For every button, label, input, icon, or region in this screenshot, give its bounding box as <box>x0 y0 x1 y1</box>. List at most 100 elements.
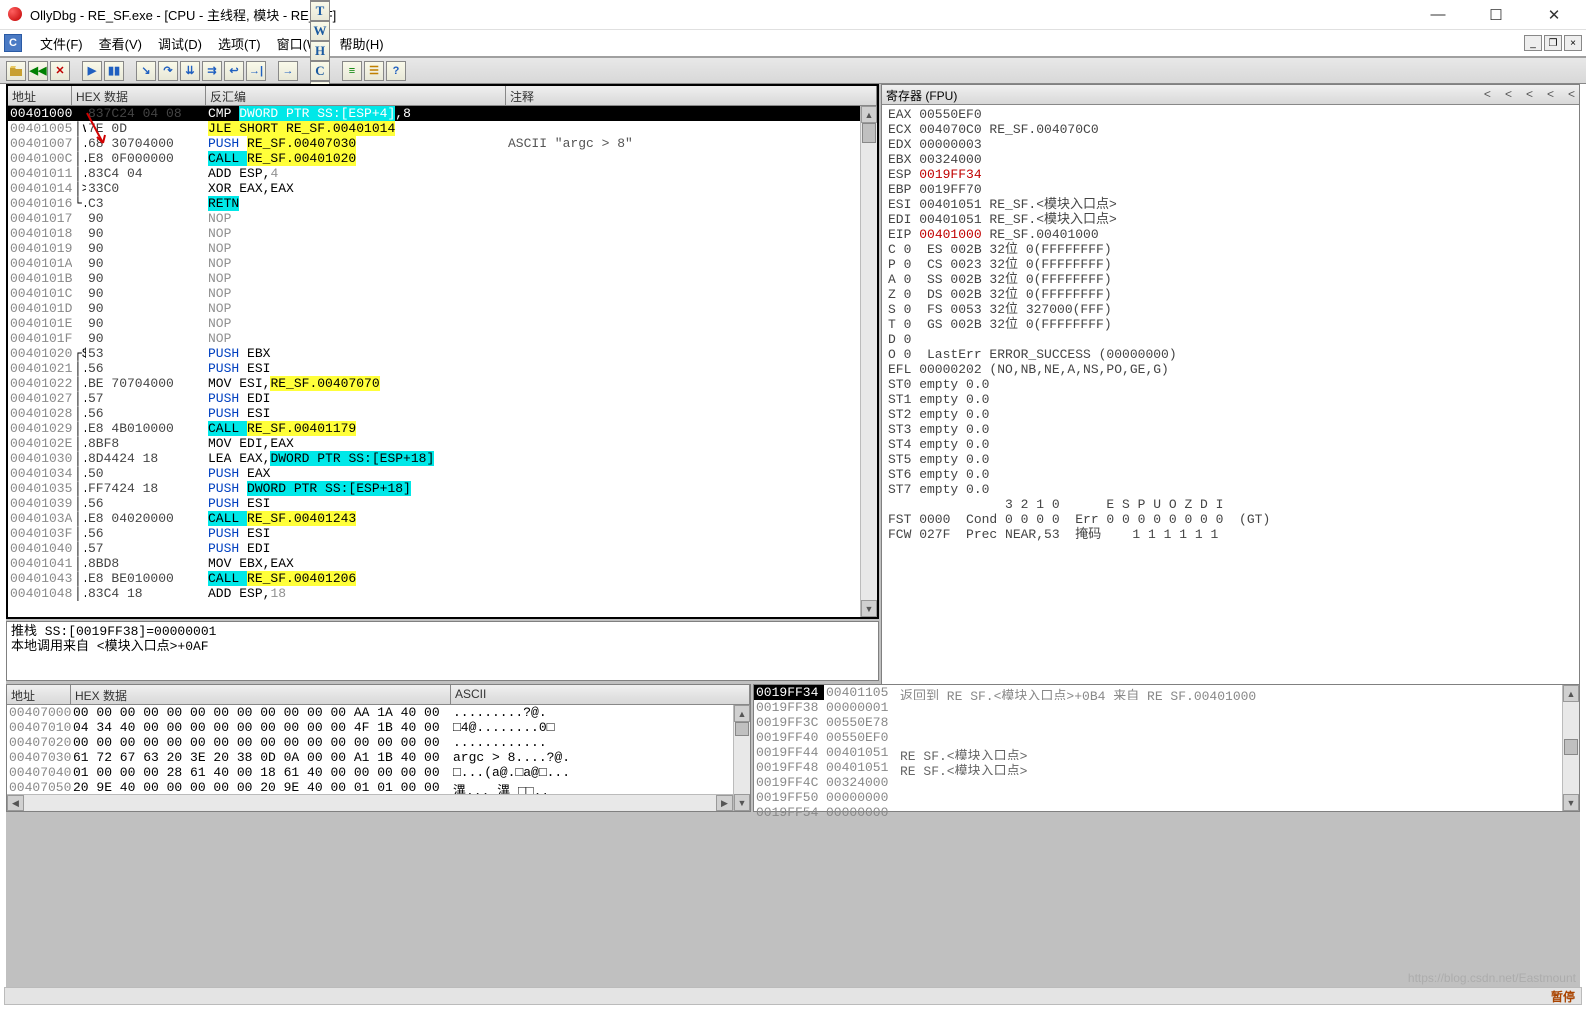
help-button[interactable]: ? <box>386 61 406 81</box>
stack-row[interactable]: 0019FF4400401051RE_SF.<模块入口点> <box>754 745 1579 760</box>
cpu-icon[interactable]: C <box>4 34 22 52</box>
disasm-row[interactable]: 00401039│.56PUSH ESI <box>8 496 877 511</box>
disasm-row[interactable]: 00401035│.FF7424 18PUSH DWORD PTR SS:[ES… <box>8 481 877 496</box>
disasm-row[interactable]: 00401048│.83C4 18ADD ESP,18 <box>8 586 877 601</box>
scroll-down-icon[interactable]: ▼ <box>861 600 877 617</box>
register-line[interactable]: ST2 empty 0.0 <box>888 407 1573 422</box>
register-line[interactable]: EFL 00000202 (NO,NB,NE,A,NS,PO,GE,G) <box>888 362 1573 377</box>
stack-row[interactable]: 0019FF5400000000 <box>754 805 1579 820</box>
disasm-row[interactable]: 00401014│>33C0XOR EAX,EAX <box>8 181 877 196</box>
menu-item[interactable]: 调试(D) <box>150 35 210 54</box>
stack-row[interactable]: 0019FF5000000000 <box>754 790 1579 805</box>
maximize-button[interactable]: ☐ <box>1476 3 1516 27</box>
register-line[interactable]: ESI 00401051 RE_SF.<模块入口点> <box>888 197 1573 212</box>
register-line[interactable]: ST1 empty 0.0 <box>888 392 1573 407</box>
register-line[interactable]: T 0 GS 002B 32位 0(FFFFFFFF) <box>888 317 1573 332</box>
disasm-row[interactable]: 0040102E│.8BF8MOV EDI,EAX <box>8 436 877 451</box>
disasm-row[interactable]: 00401030│.8D4424 18LEA EAX,DWORD PTR SS:… <box>8 451 877 466</box>
register-line[interactable]: ESP 0019FF34 <box>888 167 1573 182</box>
dump-header-hex[interactable]: HEX 数据 <box>71 685 451 704</box>
register-line[interactable]: ST3 empty 0.0 <box>888 422 1573 437</box>
goto-button[interactable]: → <box>278 61 298 81</box>
disasm-row[interactable]: 0040101C90NOP <box>8 286 877 301</box>
disasm-row[interactable]: 00401016└.C3RETN <box>8 196 877 211</box>
step-over-button[interactable]: ↷ <box>158 61 178 81</box>
disasm-row[interactable]: 00401041│.8BD8MOV EBX,EAX <box>8 556 877 571</box>
register-line[interactable]: ECX 004070C0 RE_SF.004070C0 <box>888 122 1573 137</box>
register-mode-arrows[interactable]: <<<<< <box>1484 87 1575 102</box>
rewind-button[interactable]: ◀◀ <box>28 61 48 81</box>
disasm-row[interactable]: 00401029│.E8 4B010000CALL RE_SF.00401179 <box>8 421 877 436</box>
toolbar-c-button[interactable]: C <box>310 61 330 81</box>
register-line[interactable]: ST5 empty 0.0 <box>888 452 1573 467</box>
scroll-down-icon[interactable]: ▼ <box>734 794 750 811</box>
stack-pane[interactable]: 0019FF3400401105返回到 RE_SF.<模块入口点>+0B4 来自… <box>753 684 1580 812</box>
register-line[interactable]: EBX 00324000 <box>888 152 1573 167</box>
header-comment[interactable]: 注释 <box>506 86 877 105</box>
scroll-left-icon[interactable]: ◀ <box>7 795 24 811</box>
register-line[interactable]: D 0 <box>888 332 1573 347</box>
disassembly-pane[interactable]: 地址 HEX 数据 反汇编 注释 00401000┌$837C24 04 08C… <box>6 84 879 619</box>
disasm-row[interactable]: 00401007│.68 30704000PUSH RE_SF.00407030… <box>8 136 877 151</box>
dump-row[interactable]: 0040703061 72 67 63 20 3E 20 38 0D 0A 00… <box>7 750 750 765</box>
appearance-button[interactable]: ☰ <box>364 61 384 81</box>
dump-row[interactable]: 0040702000 00 00 00 00 00 00 00 00 00 00… <box>7 735 750 750</box>
register-line[interactable]: ST4 empty 0.0 <box>888 437 1573 452</box>
disasm-row[interactable]: 00401021│.56PUSH ESI <box>8 361 877 376</box>
scroll-thumb[interactable] <box>1564 739 1578 755</box>
disassembly-body[interactable]: 00401000┌$837C24 04 08CMP DWORD PTR SS:[… <box>8 106 877 618</box>
register-line[interactable]: ST0 empty 0.0 <box>888 377 1573 392</box>
disasm-row[interactable]: 00401043│.E8 BE010000CALL RE_SF.00401206 <box>8 571 877 586</box>
header-disasm[interactable]: 反汇编 <box>206 86 506 105</box>
register-line[interactable]: Z 0 DS 002B 32位 0(FFFFFFFF) <box>888 287 1573 302</box>
disasm-row[interactable]: 0040101B90NOP <box>8 271 877 286</box>
register-line[interactable]: EDI 00401051 RE_SF.<模块入口点> <box>888 212 1573 227</box>
register-line[interactable]: 3 2 1 0 E S P U O Z D I <box>888 497 1573 512</box>
menu-item[interactable]: 选项(T) <box>210 35 269 54</box>
register-line[interactable]: EIP 00401000 RE_SF.00401000 <box>888 227 1573 242</box>
dump-row[interactable]: 0040704001 00 00 00 28 61 40 00 18 61 40… <box>7 765 750 780</box>
disasm-row[interactable]: 00401005│∨7E 0DJLE SHORT RE_SF.00401014 <box>8 121 877 136</box>
stack-body[interactable]: 0019FF3400401105返回到 RE_SF.<模块入口点>+0B4 来自… <box>754 685 1579 820</box>
register-line[interactable]: ST6 empty 0.0 <box>888 467 1573 482</box>
close-button[interactable]: ✕ <box>1534 3 1574 27</box>
disasm-row[interactable]: 0040103A│.E8 04020000CALL RE_SF.00401243 <box>8 511 877 526</box>
disasm-scrollbar[interactable]: ▲ ▼ <box>860 106 877 617</box>
minimize-button[interactable]: — <box>1418 3 1458 27</box>
disasm-row[interactable]: 0040101890NOP <box>8 226 877 241</box>
stack-row[interactable]: 0019FF4000550EF0 <box>754 730 1579 745</box>
dump-scrollbar[interactable]: ▲ ▼ <box>733 705 750 811</box>
step-into-button[interactable]: ↘ <box>136 61 156 81</box>
registers-header[interactable]: 寄存器 (FPU) <<<<< <box>882 85 1579 105</box>
header-hex[interactable]: HEX 数据 <box>72 86 206 105</box>
scroll-up-icon[interactable]: ▲ <box>861 106 877 123</box>
register-line[interactable]: S 0 FS 0053 32位 327000(FFF) <box>888 302 1573 317</box>
menu-item[interactable]: 文件(F) <box>32 35 91 54</box>
disasm-row[interactable]: 00401000┌$837C24 04 08CMP DWORD PTR SS:[… <box>8 106 877 121</box>
register-line[interactable]: EAX 00550EF0 <box>888 107 1573 122</box>
stack-row[interactable]: 0019FF4C00324000 <box>754 775 1579 790</box>
info-pane[interactable]: 推栈 SS:[0019FF38]=00000001 本地调用来自 <模块入口点>… <box>6 621 879 681</box>
register-line[interactable]: ST7 empty 0.0 <box>888 482 1573 497</box>
disasm-row[interactable]: 0040100C│.E8 0F000000CALL RE_SF.00401020 <box>8 151 877 166</box>
dump-header-ascii[interactable]: ASCII <box>451 685 750 704</box>
run-to-return-button[interactable]: ↩ <box>224 61 244 81</box>
disasm-row[interactable]: 00401040│.57PUSH EDI <box>8 541 877 556</box>
run-button[interactable]: ▶ <box>82 61 102 81</box>
stack-row[interactable]: 0019FF4800401051RE_SF.<模块入口点> <box>754 760 1579 775</box>
stack-scrollbar[interactable]: ▲ ▼ <box>1562 685 1579 811</box>
disasm-row[interactable]: 00401028│.56PUSH ESI <box>8 406 877 421</box>
disasm-row[interactable]: 00401022│.BE 70704000MOV ESI,RE_SF.00407… <box>8 376 877 391</box>
run-to-cursor-button[interactable]: →| <box>246 61 266 81</box>
scroll-thumb[interactable] <box>862 123 876 143</box>
disasm-row[interactable]: 00401020┌$53PUSH EBX <box>8 346 877 361</box>
disasm-row[interactable]: 0040101F90NOP <box>8 331 877 346</box>
mdi-close-button[interactable]: × <box>1564 35 1582 51</box>
stack-row[interactable]: 0019FF3C00550E78 <box>754 715 1579 730</box>
register-line[interactable]: C 0 ES 002B 32位 0(FFFFFFFF) <box>888 242 1573 257</box>
register-line[interactable]: O 0 LastErr ERROR_SUCCESS (00000000) <box>888 347 1573 362</box>
disasm-row[interactable]: 00401034│.50PUSH EAX <box>8 466 877 481</box>
scroll-thumb[interactable] <box>735 722 749 736</box>
dump-pane[interactable]: 地址 HEX 数据 ASCII 0040700000 00 00 00 00 0… <box>6 684 751 812</box>
scroll-right-icon[interactable]: ▶ <box>716 795 733 811</box>
